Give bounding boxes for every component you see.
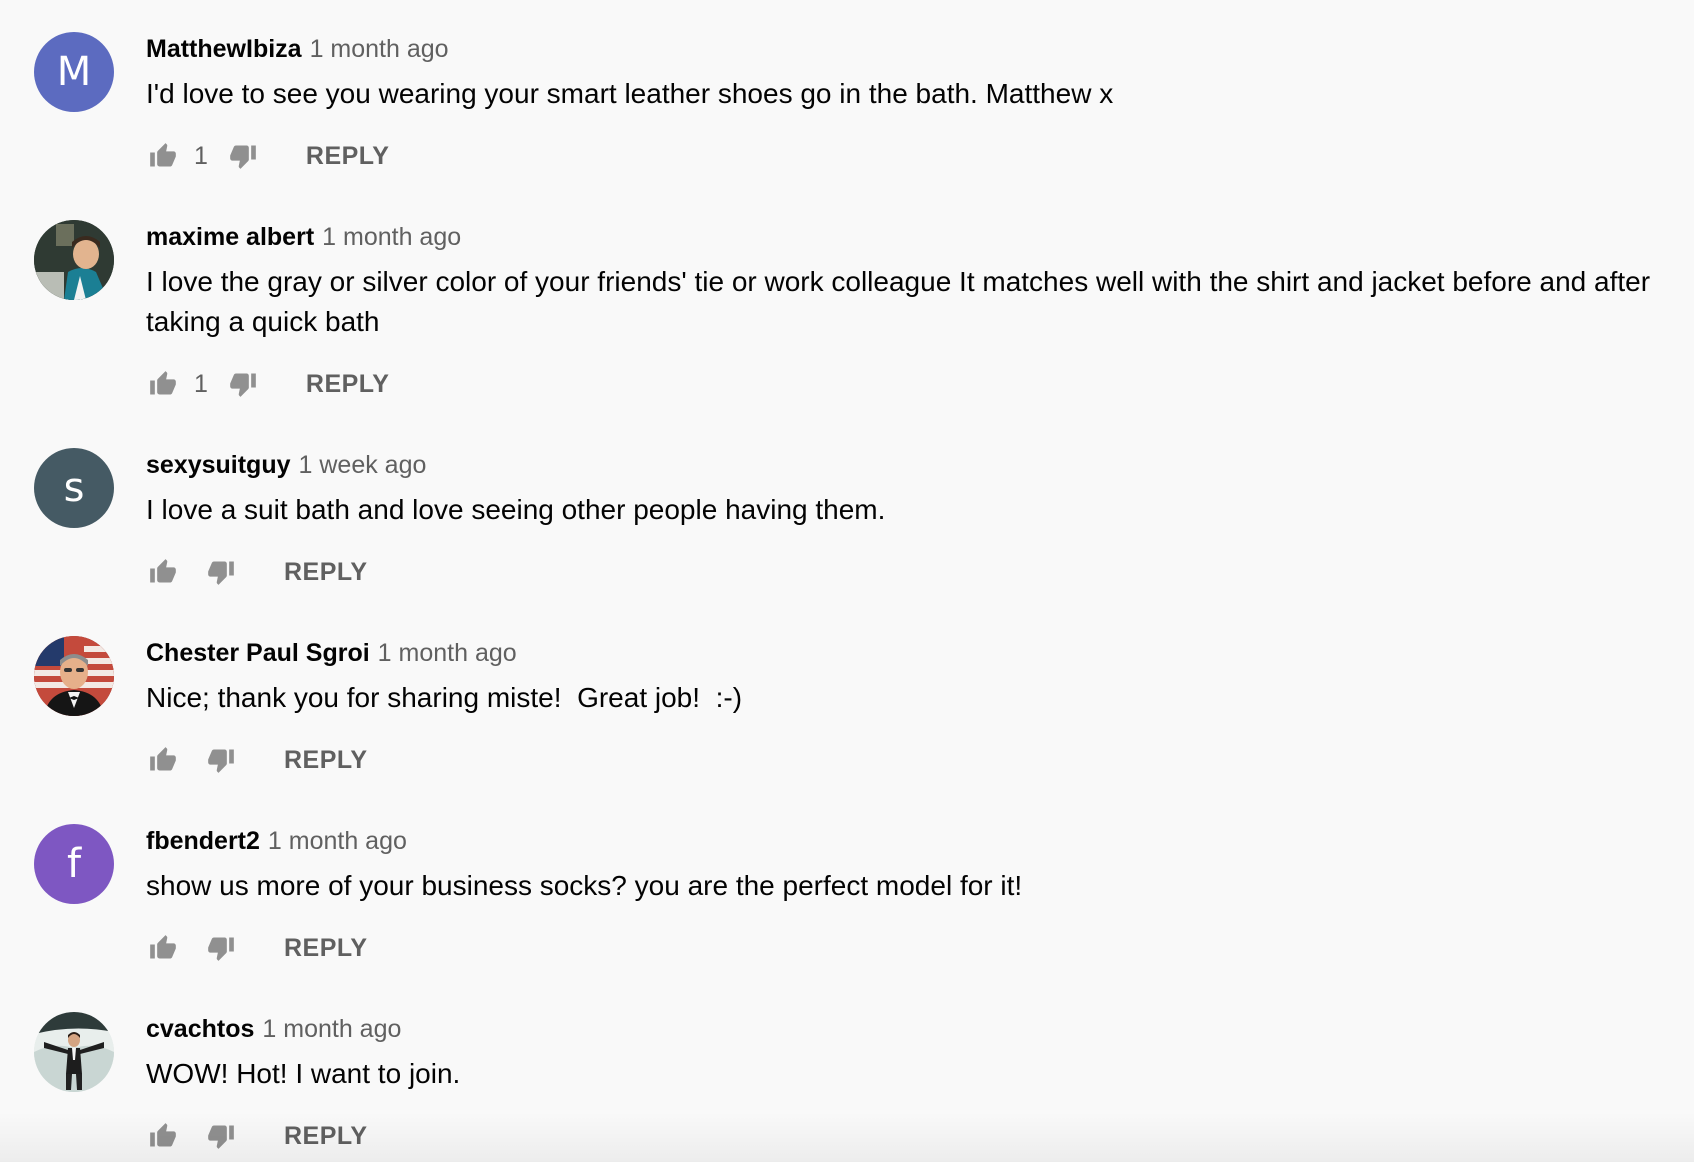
- reply-button[interactable]: REPLY: [284, 746, 368, 775]
- comment-header: fbendert2 1 month ago: [146, 824, 407, 858]
- reply-button[interactable]: REPLY: [306, 142, 390, 171]
- thumbs-down-icon: [230, 373, 256, 397]
- thumbs-down-icon: [208, 749, 234, 773]
- published-time[interactable]: 1 month ago: [378, 639, 517, 667]
- reply-button[interactable]: REPLY: [284, 934, 368, 963]
- comment-actions: REPLY: [146, 928, 368, 968]
- avatar[interactable]: [34, 220, 114, 300]
- reply-button[interactable]: REPLY: [284, 558, 368, 587]
- dislike-button[interactable]: [204, 555, 238, 589]
- dislike-button[interactable]: [226, 367, 260, 401]
- avatar[interactable]: f: [34, 824, 114, 904]
- author-name[interactable]: fbendert2: [146, 827, 260, 855]
- author-name[interactable]: sexysuitguy: [146, 451, 291, 479]
- author-name[interactable]: cvachtos: [146, 1015, 254, 1043]
- thumbs-up-icon: [150, 747, 176, 771]
- avatar-letter: M: [56, 49, 92, 95]
- comment-actions: REPLY: [146, 552, 368, 592]
- person-snow-photo-icon: [34, 1012, 114, 1092]
- published-time[interactable]: 1 month ago: [322, 223, 461, 251]
- avatar[interactable]: [34, 1012, 114, 1092]
- avatar-letter: s: [63, 465, 85, 511]
- comment-header: maxime albert 1 month ago: [146, 220, 461, 254]
- comment-text: WOW! Hot! I want to join.: [146, 1058, 461, 1089]
- published-time[interactable]: 1 week ago: [299, 451, 427, 479]
- comment-header: sexysuitguy 1 week ago: [146, 448, 426, 482]
- author-name[interactable]: Chester Paul Sgroi: [146, 639, 370, 667]
- comment-text: Nice; thank you for sharing miste! Great…: [146, 682, 743, 713]
- dislike-button[interactable]: [204, 931, 238, 965]
- person-photo-icon: [34, 220, 114, 300]
- like-button[interactable]: [146, 1119, 180, 1153]
- thumbs-up-icon: [150, 371, 176, 395]
- avatar[interactable]: [34, 636, 114, 716]
- dislike-button[interactable]: [226, 139, 260, 173]
- like-button[interactable]: [146, 743, 180, 777]
- thumbs-up-icon: [150, 1123, 176, 1147]
- like-count: 1: [194, 369, 208, 398]
- thumbs-down-icon: [208, 1125, 234, 1149]
- dislike-button[interactable]: [204, 743, 238, 777]
- thumbs-down-icon: [208, 937, 234, 961]
- avatar-letter: f: [66, 841, 82, 887]
- thumbs-up-icon: [150, 935, 176, 959]
- person-flag-photo-icon: [34, 636, 114, 716]
- thumbs-down-icon: [208, 561, 234, 585]
- comment-text: I love a suit bath and love seeing other…: [146, 494, 886, 525]
- like-button[interactable]: [146, 139, 180, 173]
- thumbs-down-icon: [230, 145, 256, 169]
- like-count: 1: [194, 141, 208, 170]
- thumbs-up-icon: [150, 559, 176, 583]
- comment-text: I love the gray or silver color of your …: [146, 266, 1651, 337]
- avatar[interactable]: M: [34, 32, 114, 112]
- comment-actions: REPLY: [146, 1116, 368, 1156]
- like-button[interactable]: [146, 555, 180, 589]
- comment-header: cvachtos 1 month ago: [146, 1012, 401, 1046]
- author-name[interactable]: maxime albert: [146, 223, 314, 251]
- comment-actions: 1 REPLY: [146, 364, 389, 404]
- comment-text: I'd love to see you wearing your smart l…: [146, 78, 1114, 109]
- comment-header: MatthewIbiza 1 month ago: [146, 32, 449, 66]
- published-time[interactable]: 1 month ago: [310, 35, 449, 63]
- thumbs-up-icon: [150, 143, 176, 167]
- comment-header: Chester Paul Sgroi 1 month ago: [146, 636, 517, 670]
- reply-button[interactable]: REPLY: [306, 370, 390, 399]
- reply-button[interactable]: REPLY: [284, 1122, 368, 1151]
- comment-actions: 1 REPLY: [146, 136, 389, 176]
- published-time[interactable]: 1 month ago: [268, 827, 407, 855]
- like-button[interactable]: [146, 367, 180, 401]
- comments-section: M MatthewIbiza 1 month ago I'd love to se…: [0, 0, 1694, 1162]
- comment-text: show us more of your business socks? you…: [146, 870, 1023, 901]
- comment-actions: REPLY: [146, 740, 368, 780]
- like-button[interactable]: [146, 931, 180, 965]
- dislike-button[interactable]: [204, 1119, 238, 1153]
- author-name[interactable]: MatthewIbiza: [146, 35, 302, 63]
- avatar[interactable]: s: [34, 448, 114, 528]
- published-time[interactable]: 1 month ago: [262, 1015, 401, 1043]
